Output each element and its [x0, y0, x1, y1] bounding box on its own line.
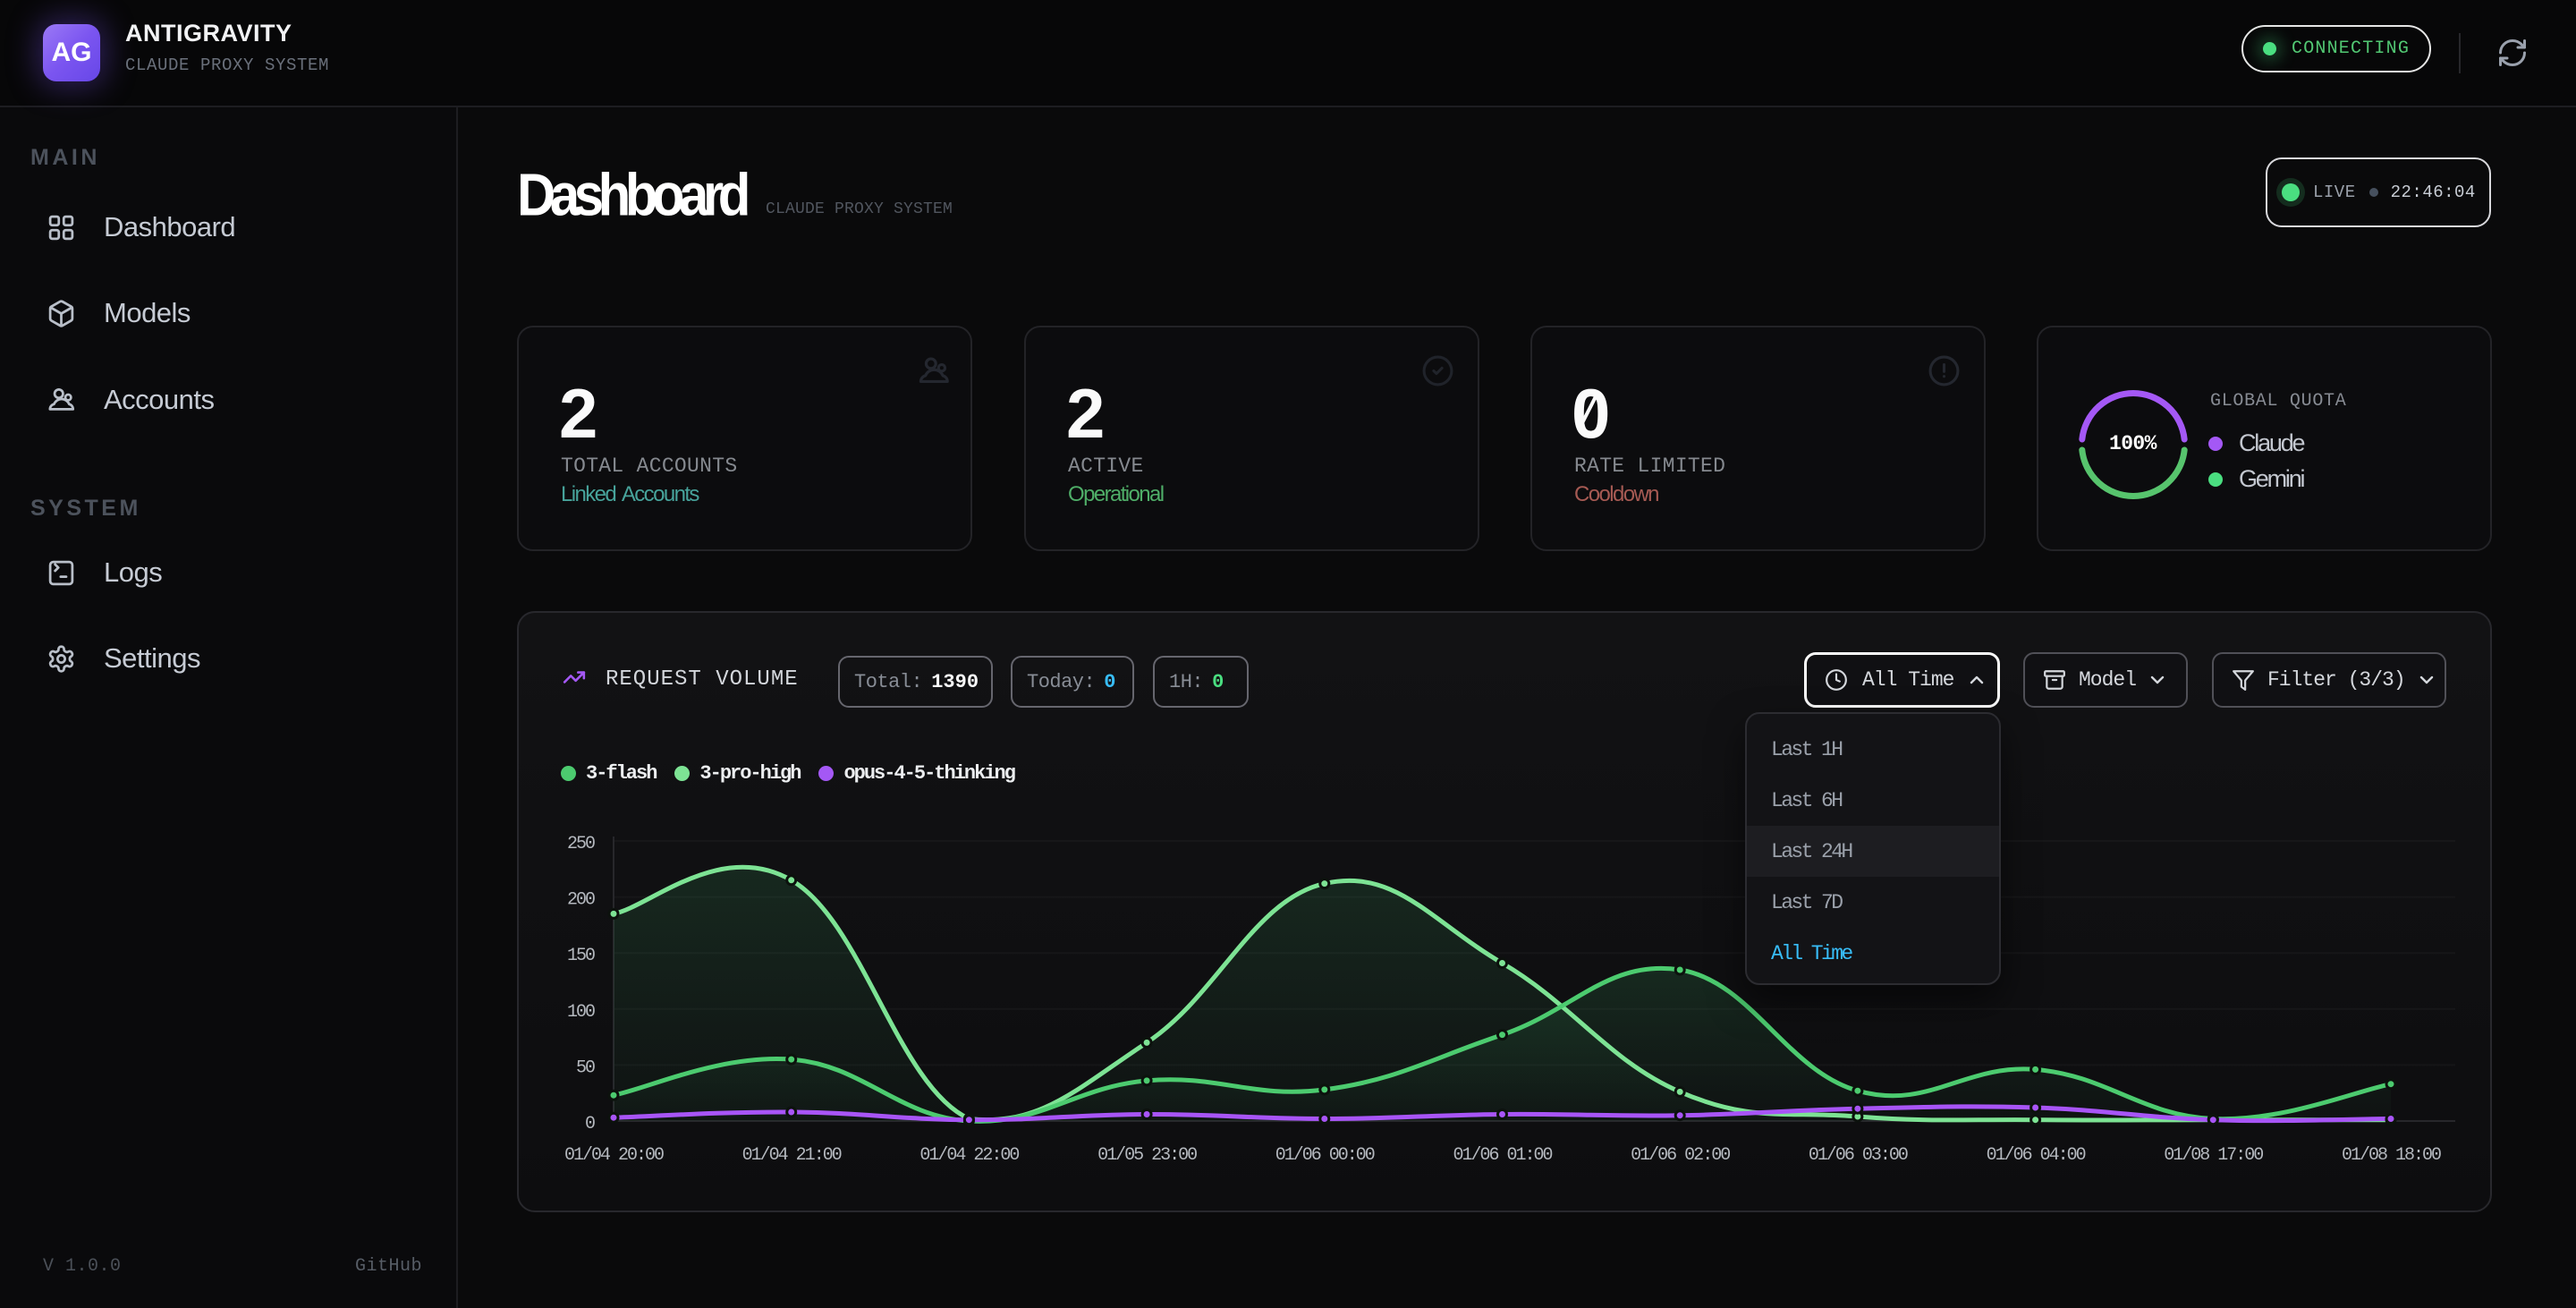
svg-text:01/04 22:00: 01/04 22:00: [919, 1145, 1019, 1166]
svg-text:01/06 00:00: 01/06 00:00: [1275, 1145, 1375, 1166]
svg-text:01/06 01:00: 01/06 01:00: [1453, 1145, 1552, 1166]
svg-text:150: 150: [567, 946, 595, 966]
svg-text:50: 50: [576, 1057, 595, 1078]
svg-text:200: 200: [567, 890, 595, 911]
svg-text:01/06 04:00: 01/06 04:00: [1987, 1145, 2086, 1166]
svg-text:01/04 21:00: 01/04 21:00: [742, 1145, 842, 1166]
svg-text:01/06 02:00: 01/06 02:00: [1631, 1145, 1730, 1166]
svg-text:01/06 03:00: 01/06 03:00: [1809, 1145, 1908, 1166]
svg-text:0: 0: [585, 1114, 595, 1134]
svg-text:01/04 20:00: 01/04 20:00: [564, 1145, 664, 1166]
svg-text:01/08 17:00: 01/08 17:00: [2164, 1145, 2263, 1166]
svg-text:01/05 23:00: 01/05 23:00: [1097, 1145, 1197, 1166]
svg-text:01/08 18:00: 01/08 18:00: [2342, 1145, 2441, 1166]
svg-text:100: 100: [567, 1002, 595, 1023]
svg-text:250: 250: [567, 834, 595, 854]
